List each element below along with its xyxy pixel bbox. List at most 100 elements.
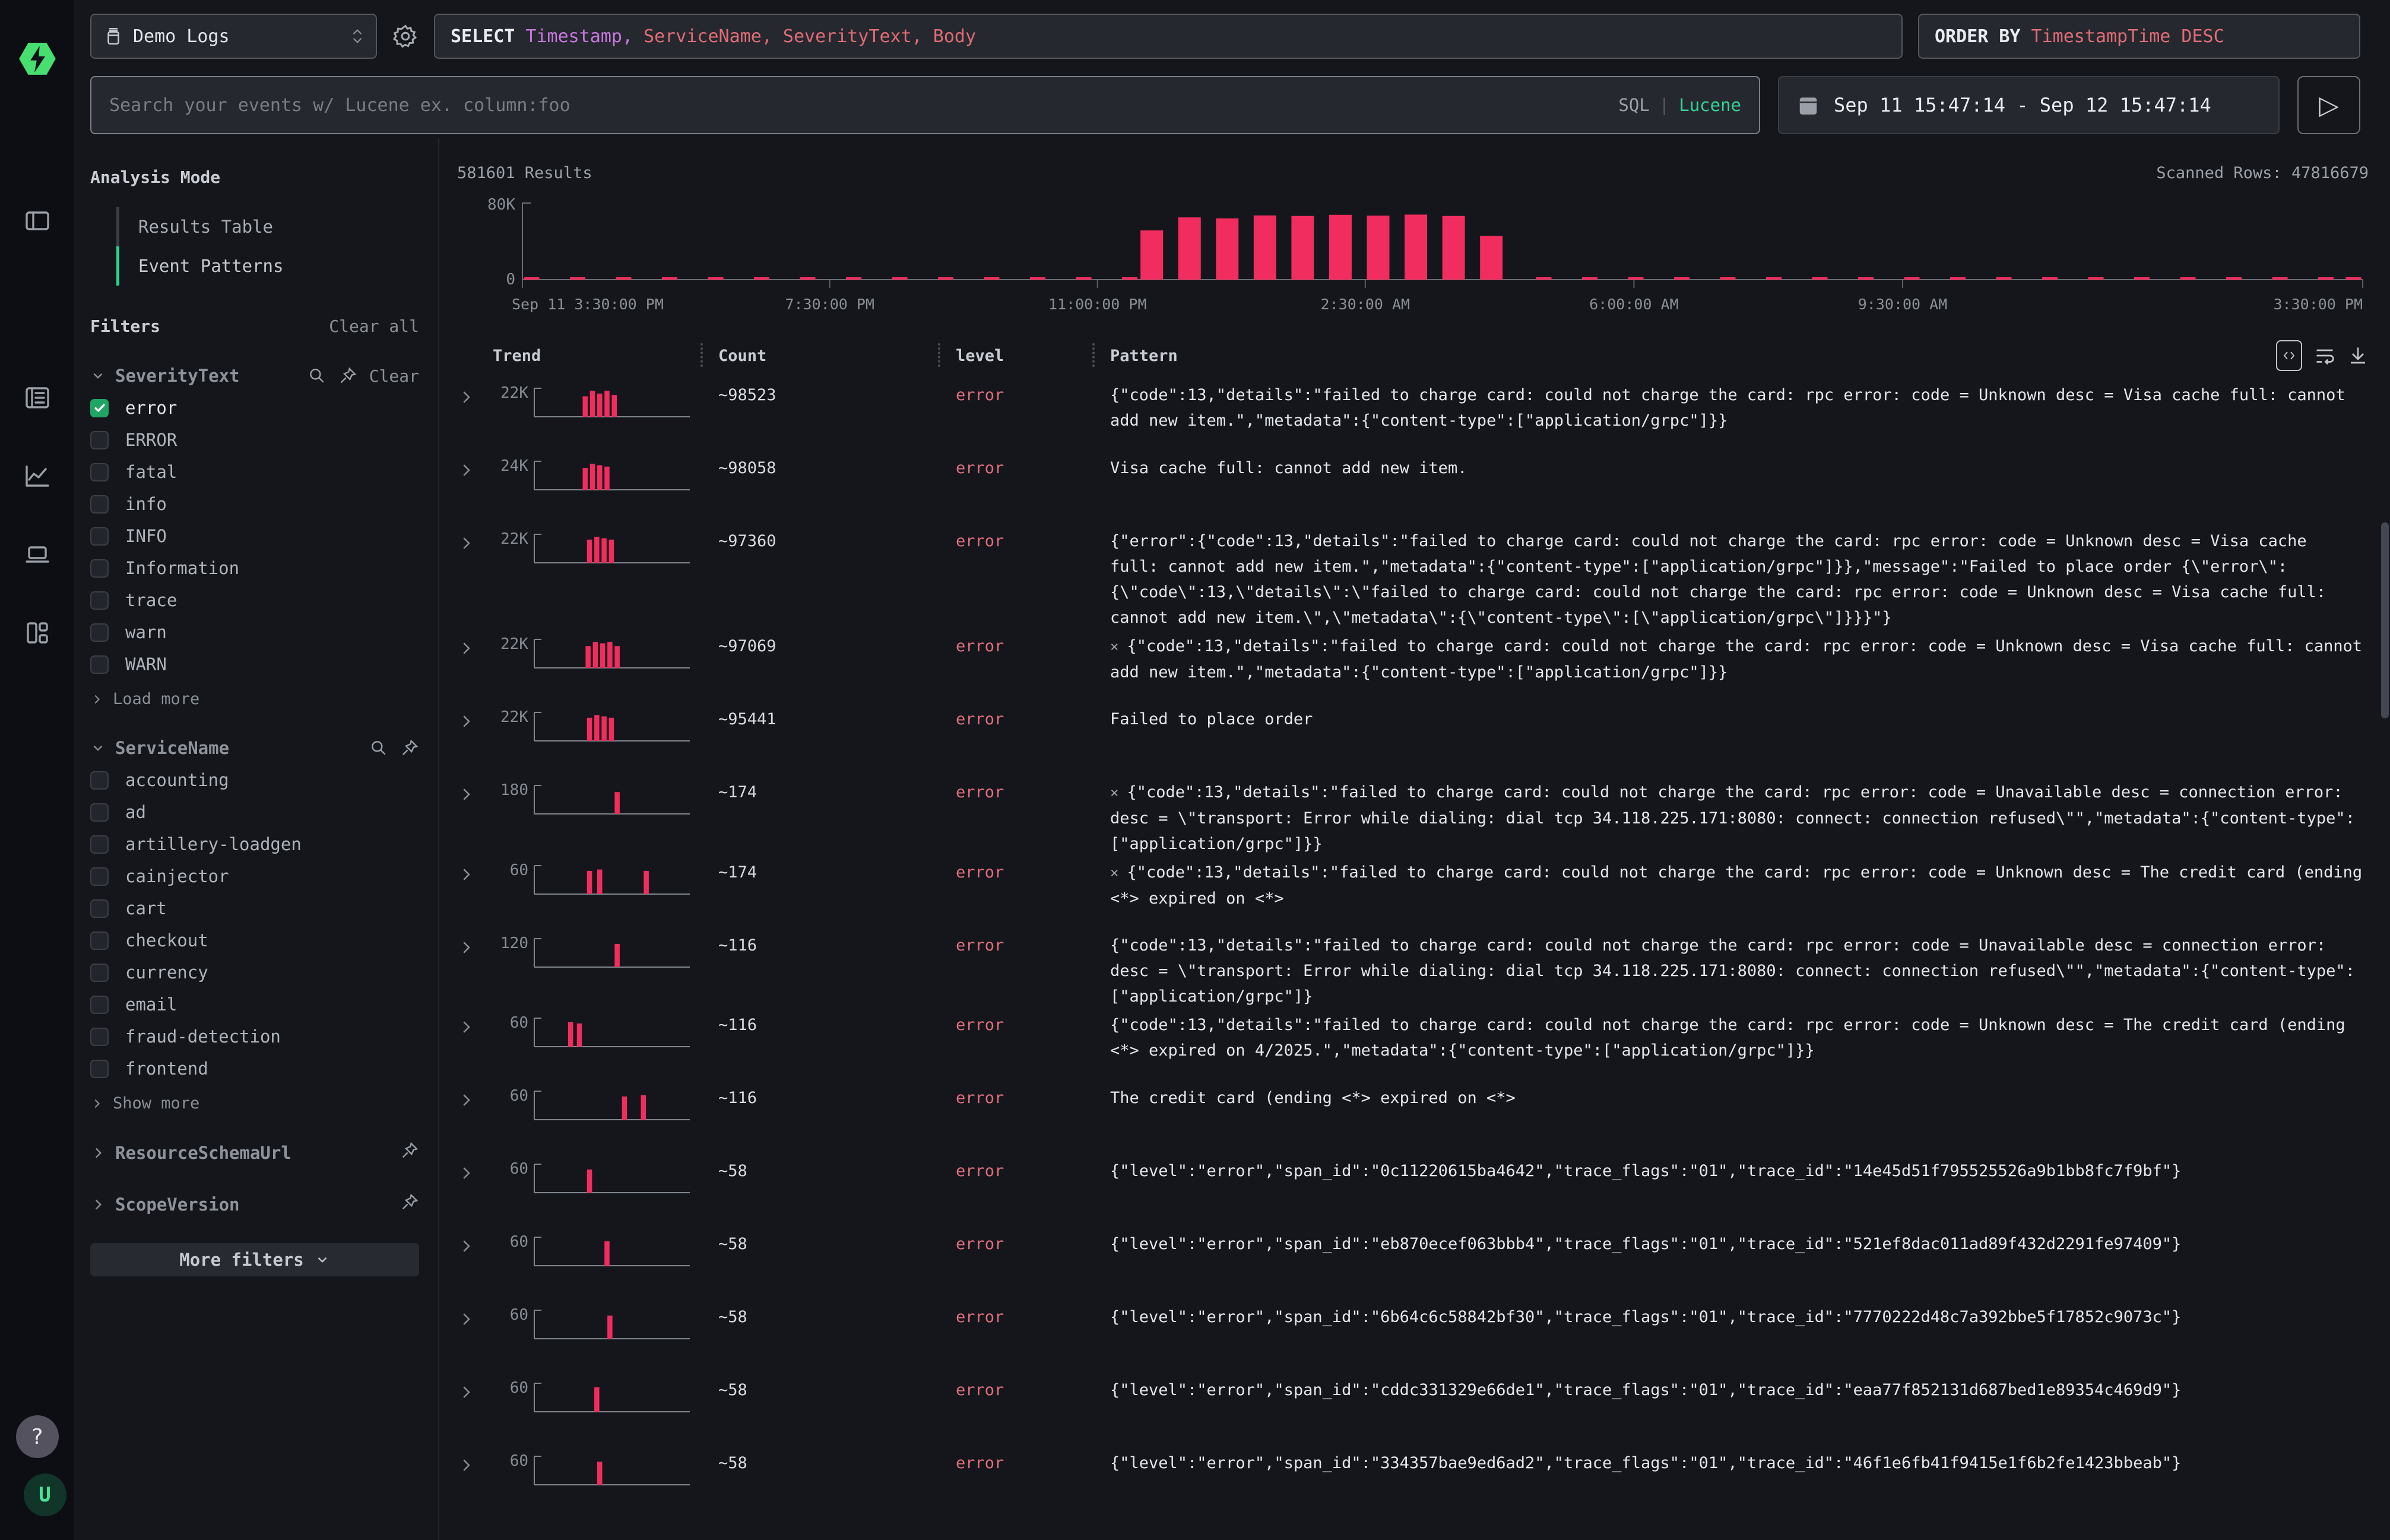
log-feed-icon[interactable] bbox=[23, 384, 52, 412]
filter-option[interactable]: fraud-detection bbox=[90, 1026, 419, 1047]
search-icon[interactable] bbox=[369, 739, 388, 758]
column-header-pattern[interactable]: Pattern bbox=[1110, 347, 1178, 365]
pattern-row[interactable]: 24K ~98058 error Visa cache full: cannot… bbox=[457, 452, 2369, 525]
language-toggle[interactable]: SQL | Lucene bbox=[1618, 95, 1741, 115]
column-header-level[interactable]: level bbox=[956, 347, 1110, 365]
expand-row-icon[interactable] bbox=[457, 1304, 493, 1328]
user-avatar[interactable]: U bbox=[24, 1474, 66, 1516]
filter-option[interactable]: cart bbox=[90, 898, 419, 918]
filter-option[interactable]: ERROR bbox=[90, 430, 419, 450]
pattern-text[interactable]: {"level":"error","span_id":"334357bae9ed… bbox=[1110, 1450, 2369, 1476]
filter-option[interactable]: accounting bbox=[90, 770, 419, 790]
clear-all-button[interactable]: Clear all bbox=[329, 316, 419, 336]
checkbox[interactable] bbox=[90, 803, 109, 822]
expand-row-icon[interactable] bbox=[457, 1158, 493, 1182]
pin-icon[interactable] bbox=[400, 1193, 419, 1212]
filter-option[interactable]: info bbox=[90, 494, 419, 514]
column-view-toggle-icon[interactable] bbox=[2276, 340, 2302, 371]
filter-option[interactable]: warn bbox=[90, 622, 419, 642]
column-header-count[interactable]: Count bbox=[718, 347, 956, 365]
lucene-mode-label[interactable]: Lucene bbox=[1679, 95, 1741, 115]
pattern-row[interactable]: 60 ~174 error ×{"code":13,"details":"fai… bbox=[457, 857, 2369, 930]
checkbox[interactable] bbox=[90, 899, 109, 918]
checkbox[interactable] bbox=[90, 559, 109, 578]
pattern-text[interactable]: {"code":13,"details":"failed to charge c… bbox=[1110, 933, 2369, 1009]
pattern-row[interactable]: 22K ~97360 error {"error":{"code":13,"de… bbox=[457, 525, 2369, 630]
expand-row-icon[interactable] bbox=[457, 633, 493, 657]
checkbox[interactable] bbox=[90, 1060, 109, 1078]
pattern-row[interactable]: 22K ~97069 error ×{"code":13,"details":"… bbox=[457, 630, 2369, 704]
pattern-text[interactable]: ×{"code":13,"details":"failed to charge … bbox=[1110, 779, 2369, 857]
pattern-text[interactable]: Failed to place order bbox=[1110, 706, 2369, 732]
checkbox[interactable] bbox=[90, 771, 109, 790]
source-select[interactable]: Demo Logs bbox=[90, 14, 377, 59]
checkbox[interactable] bbox=[90, 996, 109, 1014]
gear-icon[interactable] bbox=[392, 23, 419, 49]
pattern-text[interactable]: {"code":13,"details":"failed to charge c… bbox=[1110, 1012, 2369, 1063]
sql-mode-label[interactable]: SQL bbox=[1618, 95, 1649, 115]
checkbox[interactable] bbox=[90, 399, 109, 417]
filter-option[interactable]: currency bbox=[90, 962, 419, 983]
filter-option[interactable]: trace bbox=[90, 590, 419, 610]
pattern-row[interactable]: 60 ~58 error {"level":"error","span_id":… bbox=[457, 1374, 2369, 1447]
pattern-text[interactable]: {"code":13,"details":"failed to charge c… bbox=[1110, 382, 2369, 433]
checkbox[interactable] bbox=[90, 431, 109, 449]
filter-option[interactable]: error bbox=[90, 398, 419, 418]
filter-option[interactable]: cainjector bbox=[90, 866, 419, 886]
column-resize-handle[interactable] bbox=[700, 343, 703, 367]
line-chart-icon[interactable] bbox=[23, 462, 52, 490]
run-query-button[interactable]: ▷ bbox=[2297, 76, 2360, 134]
expand-row-icon[interactable] bbox=[457, 528, 493, 552]
pattern-row[interactable]: 60 ~58 error {"level":"error","span_id":… bbox=[457, 1155, 2369, 1228]
download-icon[interactable] bbox=[2347, 345, 2369, 366]
checkbox[interactable] bbox=[90, 495, 109, 514]
service-group-header[interactable]: ServiceName bbox=[90, 738, 419, 758]
pattern-row[interactable]: 60 ~58 error {"level":"error","span_id":… bbox=[457, 1447, 2369, 1520]
dashboard-icon[interactable] bbox=[23, 619, 52, 647]
expand-row-icon[interactable] bbox=[457, 1231, 493, 1255]
expand-row-icon[interactable] bbox=[457, 933, 493, 956]
order-by-input[interactable]: ORDER BY TimestampTime DESC bbox=[1918, 14, 2360, 59]
checkbox[interactable] bbox=[90, 623, 109, 642]
pattern-text[interactable]: ×{"code":13,"details":"failed to charge … bbox=[1110, 633, 2369, 685]
pattern-text[interactable]: Visa cache full: cannot add new item. bbox=[1110, 455, 2369, 481]
more-filters-button[interactable]: More filters bbox=[90, 1243, 419, 1276]
filter-option[interactable]: email bbox=[90, 994, 419, 1015]
pattern-row[interactable]: 60 ~116 error The credit card (ending <*… bbox=[457, 1082, 2369, 1155]
time-range-picker[interactable]: Sep 11 15:47:14 - Sep 12 15:47:14 bbox=[1778, 76, 2280, 134]
select-query-input[interactable]: SELECT Timestamp, ServiceName, SeverityT… bbox=[434, 14, 1903, 59]
expand-row-icon[interactable] bbox=[457, 1012, 493, 1036]
pin-icon[interactable] bbox=[400, 739, 419, 758]
scope-version-group-header[interactable]: ScopeVersion bbox=[90, 1193, 419, 1216]
filter-option[interactable]: Information bbox=[90, 558, 419, 578]
filter-option[interactable]: artillery-loadgen bbox=[90, 834, 419, 854]
checkbox[interactable] bbox=[90, 1028, 109, 1046]
results-histogram[interactable]: 80K0Sep 11 3:30:00 PM7:30:00 PM11:00:00 … bbox=[457, 197, 2369, 322]
filter-option[interactable]: frontend bbox=[90, 1059, 419, 1079]
pattern-text[interactable]: {"level":"error","span_id":"cddc331329e6… bbox=[1110, 1377, 2369, 1403]
pattern-row[interactable]: 22K ~95441 error Failed to place order bbox=[457, 704, 2369, 777]
filter-option[interactable]: checkout bbox=[90, 930, 419, 950]
pattern-text[interactable]: {"level":"error","span_id":"0c11220615ba… bbox=[1110, 1158, 2369, 1184]
pattern-text[interactable]: The credit card (ending <*> expired on <… bbox=[1110, 1085, 2369, 1111]
show-more-button[interactable]: Show more bbox=[90, 1094, 419, 1113]
checkbox[interactable] bbox=[90, 931, 109, 950]
vertical-scrollbar[interactable] bbox=[2381, 522, 2389, 718]
checkbox[interactable] bbox=[90, 867, 109, 886]
column-header-trend[interactable]: Trend bbox=[493, 347, 718, 365]
app-logo-icon[interactable] bbox=[15, 36, 59, 82]
pattern-row[interactable]: 60 ~116 error {"code":13,"details":"fail… bbox=[457, 1009, 2369, 1082]
expand-row-icon[interactable] bbox=[457, 860, 493, 883]
checkbox[interactable] bbox=[90, 527, 109, 546]
expand-row-icon[interactable] bbox=[457, 1450, 493, 1474]
pattern-row[interactable]: 60 ~58 error {"level":"error","span_id":… bbox=[457, 1228, 2369, 1301]
pattern-row[interactable]: 60 ~58 error {"level":"error","span_id":… bbox=[457, 1301, 2369, 1374]
analysis-mode-option[interactable]: Results Table bbox=[116, 207, 419, 246]
resource-schema-group-header[interactable]: ResourceSchemaUrl bbox=[90, 1141, 419, 1164]
expand-row-icon[interactable] bbox=[457, 455, 493, 479]
column-resize-handle[interactable] bbox=[1092, 343, 1095, 367]
pin-icon[interactable] bbox=[400, 1141, 419, 1160]
filter-option[interactable]: INFO bbox=[90, 526, 419, 546]
checkbox[interactable] bbox=[90, 964, 109, 982]
pattern-text[interactable]: {"level":"error","span_id":"eb870ecef063… bbox=[1110, 1231, 2369, 1257]
